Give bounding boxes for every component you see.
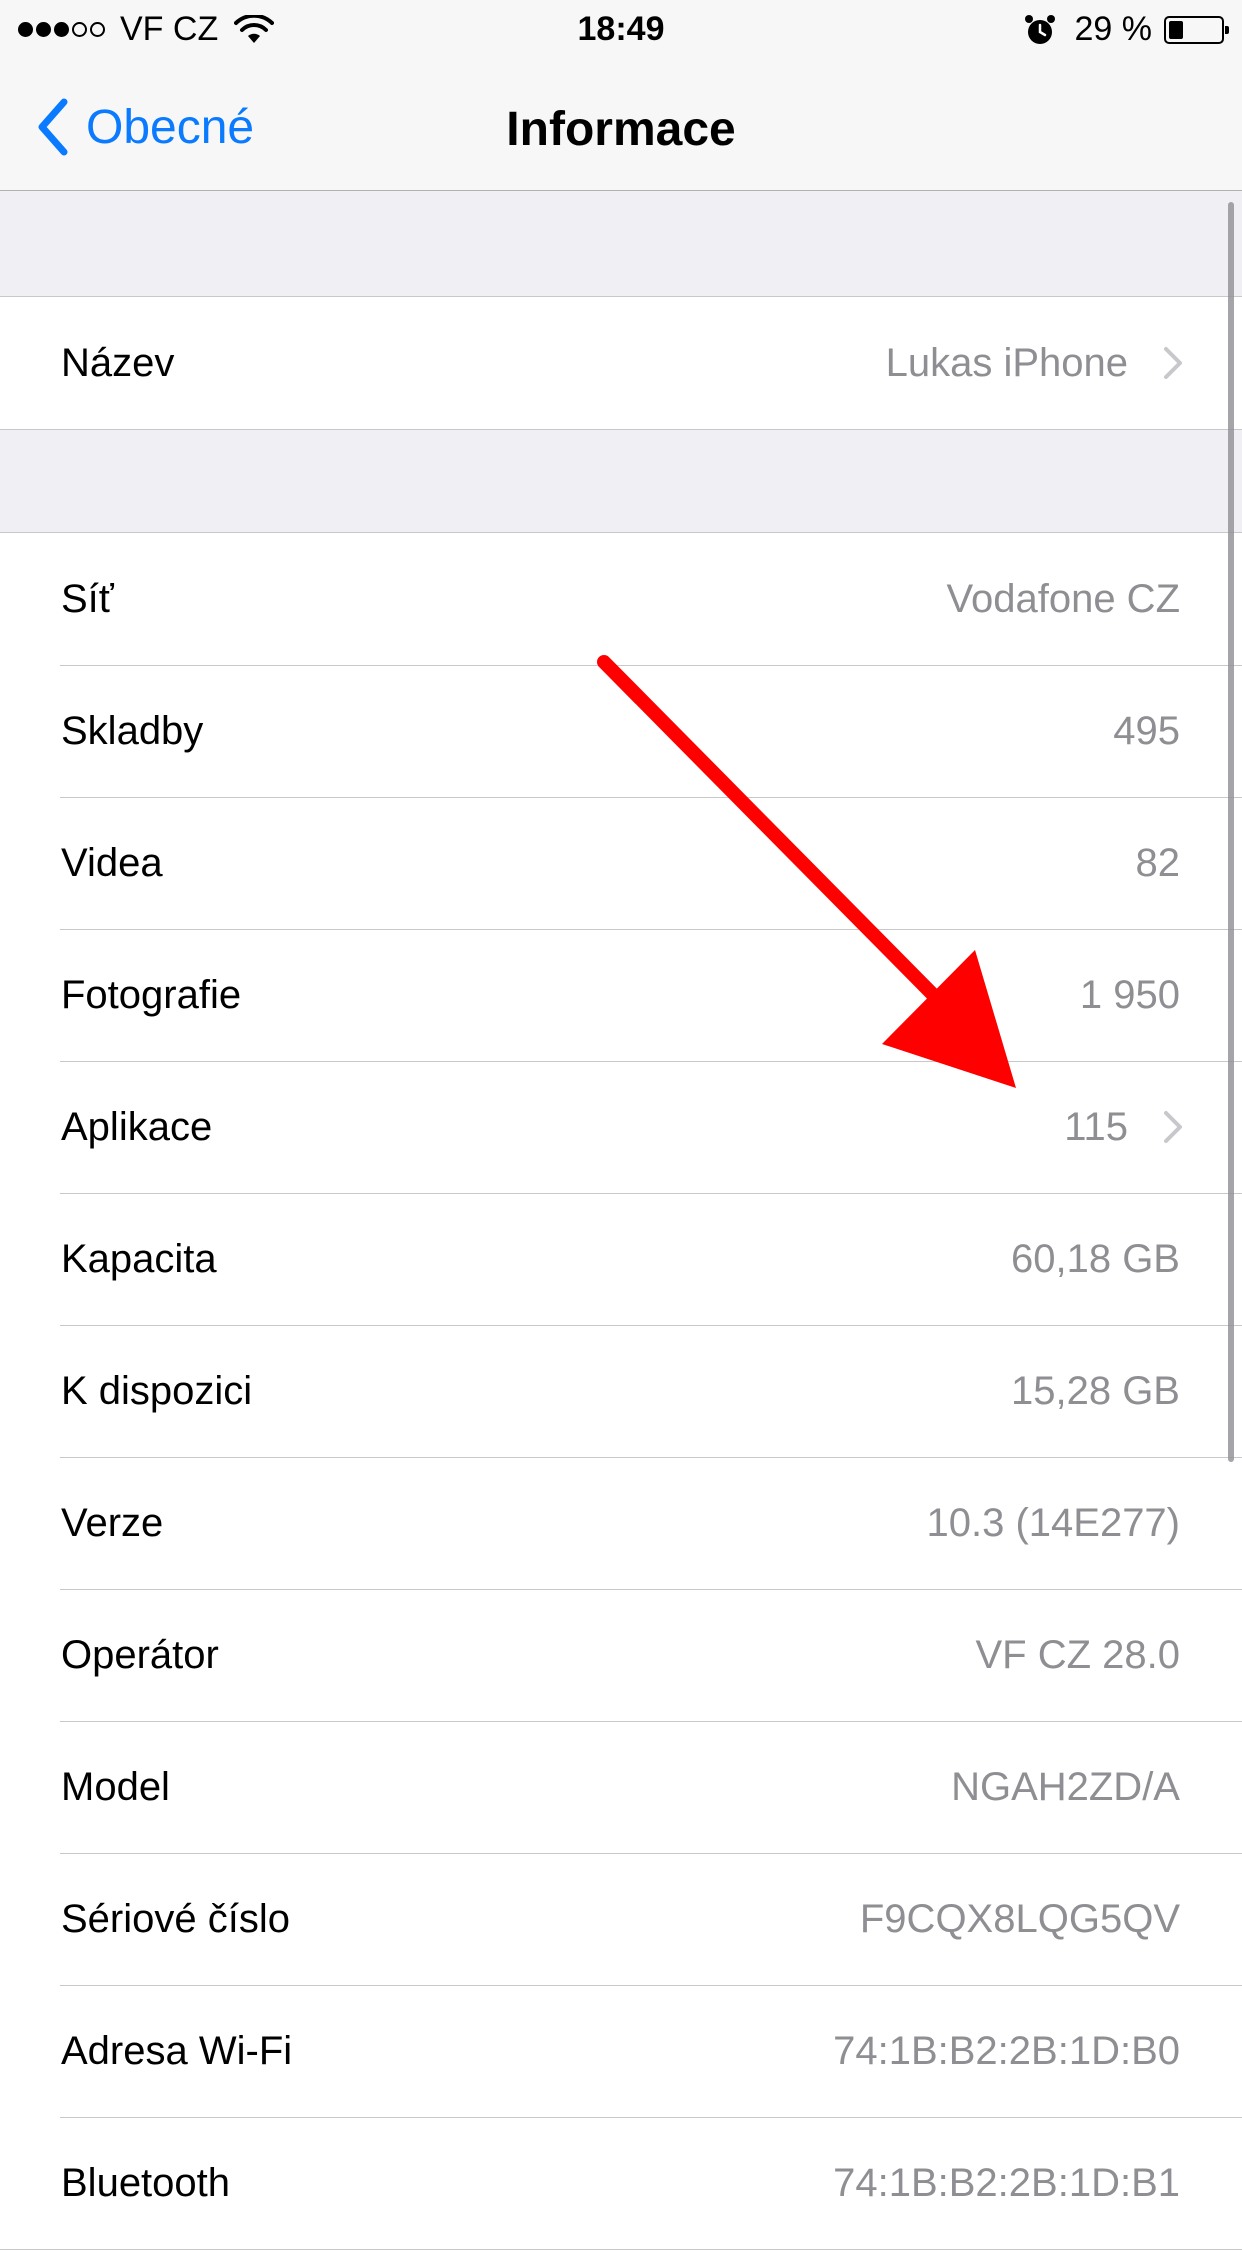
row-label: Skladby bbox=[61, 708, 204, 753]
row-value: 82 bbox=[1135, 840, 1181, 885]
settings-row-kapacita: Kapacita 60,18 GB bbox=[0, 1193, 1242, 1325]
row-label: Operátor bbox=[61, 1632, 219, 1677]
row-value: 60,18 GB bbox=[1010, 1236, 1180, 1281]
row-label: K dispozici bbox=[61, 1368, 253, 1413]
row-value: F9CQX8LQG5QV bbox=[859, 1896, 1180, 1941]
settings-row-operator: Operátor VF CZ 28.0 bbox=[0, 1589, 1242, 1721]
settings-row-seriove-cislo: Sériové číslo F9CQX8LQG5QV bbox=[0, 1853, 1242, 1985]
battery-tip bbox=[1225, 25, 1229, 34]
row-value: 15,28 GB bbox=[1010, 1368, 1180, 1413]
row-value: NGAH2ZD/A bbox=[951, 1764, 1180, 1809]
page-title: Informace bbox=[506, 103, 736, 156]
name-group: Název Lukas iPhone bbox=[0, 296, 1242, 430]
row-label: Sériové číslo bbox=[61, 1896, 290, 1941]
info-group: Síť Vodafone CZ Skladby 495 Videa 82 Fotografi… bbox=[0, 532, 1242, 2250]
row-label: Model bbox=[61, 1764, 170, 1809]
battery-level-fill bbox=[1169, 20, 1183, 39]
row-label: Název bbox=[61, 340, 175, 385]
row-label: Adresa Wi-Fi bbox=[61, 2028, 293, 2073]
row-value: 495 bbox=[1113, 708, 1180, 753]
settings-row-aplikace[interactable]: Aplikace 115 bbox=[0, 1061, 1242, 1193]
settings-row-skladby: Skladby 495 bbox=[0, 665, 1242, 797]
row-label: Kapacita bbox=[61, 1236, 217, 1281]
battery-icon bbox=[1164, 15, 1229, 44]
row-value: 74:1B:B2:2B:1D:B1 bbox=[833, 2160, 1180, 2205]
row-label: Bluetooth bbox=[61, 2160, 231, 2205]
settings-row-model: Model NGAH2ZD/A bbox=[0, 1721, 1242, 1853]
status-right: 29 % bbox=[1023, 10, 1229, 49]
row-label: Aplikace bbox=[61, 1104, 213, 1149]
row-value: 74:1B:B2:2B:1D:B0 bbox=[833, 2028, 1180, 2073]
row-label: Síť bbox=[61, 576, 114, 621]
status-bar: VF CZ 18:49 29 % bbox=[0, 0, 1242, 60]
row-value: 1 950 bbox=[1079, 972, 1180, 1017]
settings-row-bluetooth: Bluetooth 74:1B:B2:2B:1D:B1 bbox=[0, 2117, 1242, 2249]
settings-row-sit: Síť Vodafone CZ bbox=[0, 533, 1242, 665]
chevron-right-icon bbox=[1164, 347, 1182, 379]
settings-row-nazev[interactable]: Název Lukas iPhone bbox=[0, 297, 1242, 429]
settings-row-adresa-wi-fi: Adresa Wi-Fi 74:1B:B2:2B:1D:B0 bbox=[0, 1985, 1242, 2117]
scroll-indicator[interactable] bbox=[1228, 202, 1234, 1462]
settings-row-k-dispozici: K dispozici 15,28 GB bbox=[0, 1325, 1242, 1457]
row-value: 10.3 (14E277) bbox=[926, 1500, 1180, 1545]
settings-row-verze: Verze 10.3 (14E277) bbox=[0, 1457, 1242, 1589]
row-label: Videa bbox=[61, 840, 163, 885]
settings-row-fotografie: Fotografie 1 950 bbox=[0, 929, 1242, 1061]
row-value: 115 bbox=[1064, 1104, 1128, 1149]
chevron-right-icon bbox=[1164, 1111, 1182, 1143]
row-label: Fotografie bbox=[61, 972, 242, 1017]
row-value: VF CZ 28.0 bbox=[975, 1632, 1180, 1677]
row-value: Vodafone CZ bbox=[946, 576, 1181, 621]
battery-percent: 29 % bbox=[1074, 10, 1153, 48]
alarm-icon bbox=[1024, 14, 1055, 44]
row-label: Verze bbox=[61, 1500, 164, 1545]
navigation-bar: Obecné Informace bbox=[0, 60, 1242, 191]
row-value: Lukas iPhone bbox=[885, 340, 1128, 385]
settings-row-videa: Videa 82 bbox=[0, 797, 1242, 929]
